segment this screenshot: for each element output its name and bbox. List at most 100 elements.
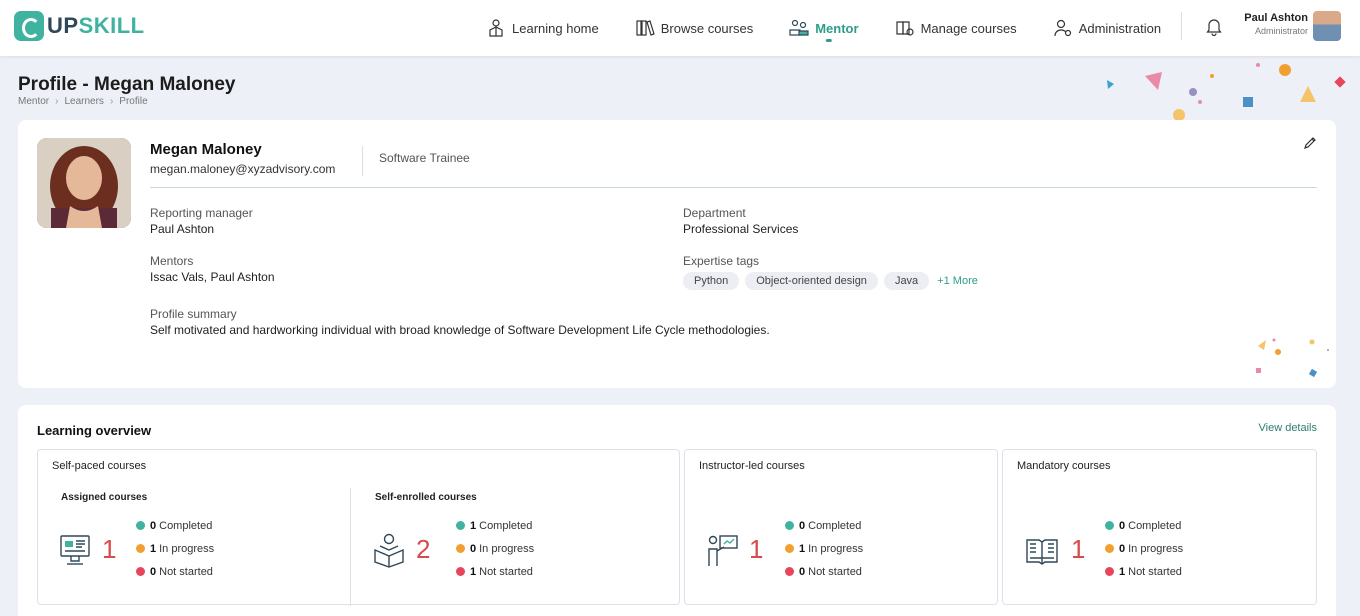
in-progress-dot [136, 544, 145, 553]
profile-email: megan.maloney@xyzadvisory.com [150, 162, 336, 176]
nav-label: Manage courses [920, 20, 1017, 36]
nav-mentor[interactable]: Mentor [789, 0, 859, 56]
page-title: Profile - Megan Maloney [18, 74, 236, 95]
completed-dot [136, 521, 145, 530]
self-enrolled-courses-title: Self-enrolled courses [375, 492, 477, 503]
expertise-tags-label: Expertise tags [683, 254, 760, 268]
status-in-progress: 0 In progress [456, 537, 534, 560]
self-paced-courses-box: Self-paced courses Assigned courses 1 0C… [37, 449, 680, 606]
user-menu[interactable]: Paul Ashton Administrator [1244, 12, 1308, 36]
assigned-courses-title: Assigned courses [61, 492, 148, 503]
tag-oop: Object-oriented design [745, 272, 878, 290]
profile-card: Megan Maloney megan.maloney@xyzadvisory.… [18, 120, 1336, 388]
instructor-led-status-legend: 0 Completed 1 In progress 0 Not started [785, 514, 863, 583]
profile-name: Megan Maloney [150, 141, 262, 158]
profile-summary-value: Self motivated and hardworking individua… [150, 323, 770, 337]
divider [350, 488, 351, 606]
tag-python: Python [683, 272, 740, 290]
mentor-icon [789, 19, 809, 36]
open-book-icon [1026, 539, 1058, 565]
user-avatar[interactable] [1313, 11, 1341, 41]
divider [362, 146, 363, 176]
in-progress-dot [456, 544, 465, 553]
nav-label: Mentor [815, 20, 859, 36]
learning-overview-title: Learning overview [37, 423, 152, 438]
edit-pencil-icon[interactable] [1303, 136, 1317, 150]
reading-learner-icon [374, 533, 404, 568]
assigned-total: 1 [102, 534, 117, 564]
department-value: Professional Services [683, 222, 799, 236]
in-progress-dot [785, 544, 794, 553]
computer-course-icon [60, 535, 90, 565]
header-divider [1181, 12, 1182, 40]
not-started-dot [785, 567, 794, 576]
breadcrumb-mentor[interactable]: Mentor [18, 96, 49, 107]
self-enrolled-total: 2 [416, 534, 431, 564]
mentors-value: Issac Vals, Paul Ashton [150, 270, 275, 284]
profile-job-title: Software Trainee [379, 151, 470, 165]
view-details-link[interactable]: View details [1259, 422, 1318, 434]
mentors-label: Mentors [150, 254, 194, 268]
instructor-led-total: 1 [749, 534, 764, 564]
profile-photo [37, 138, 131, 228]
nav-manage-courses[interactable]: Manage courses [895, 0, 1017, 56]
reporting-manager-label: Reporting manager [150, 206, 253, 220]
status-not-started: 1 Not started [456, 560, 534, 583]
not-started-dot [136, 567, 145, 576]
completed-dot [785, 521, 794, 530]
reporting-manager-value: Paul Ashton [150, 222, 215, 236]
status-not-started: 1 Not started [1105, 560, 1183, 583]
confetti-decoration [1256, 338, 1329, 378]
profile-divider [150, 187, 1317, 188]
learner-icon [489, 19, 503, 37]
status-not-started: 0 Not started [785, 560, 863, 583]
nav-learning-home[interactable]: Learning home [486, 0, 599, 56]
mandatory-courses-box: Mandatory courses 1 0 Completed 0 In progr… [1002, 449, 1317, 605]
status-completed: 0 Completed [785, 514, 863, 537]
department-label: Department [683, 206, 746, 220]
box-title: Self-paced courses [52, 460, 147, 472]
manage-courses-icon [895, 21, 914, 36]
user-name: Paul Ashton [1244, 12, 1308, 24]
mandatory-status-legend: 0 Completed 0 In progress 1 Not started [1105, 514, 1183, 583]
breadcrumb-learners[interactable]: Learners [64, 96, 103, 107]
breadcrumb-profile: Profile [119, 96, 148, 107]
logo-mark-icon [14, 11, 44, 41]
nav-browse-courses[interactable]: Browse courses [635, 0, 753, 56]
self-enrolled-status-legend: 1 Completed 0 In progress 1 Not started [456, 514, 534, 583]
status-completed: 1 Completed [456, 514, 534, 537]
admin-icon [1054, 19, 1071, 37]
nav-label: Learning home [512, 20, 599, 36]
books-icon [636, 20, 655, 36]
learning-overview-card: Learning overview View details Self-pace… [18, 405, 1336, 616]
box-title: Mandatory courses [1017, 460, 1111, 472]
chevron-right-icon: › [109, 96, 114, 107]
status-in-progress: 0 In progress [1105, 537, 1183, 560]
breadcrumb: Mentor › Learners › Profile [18, 96, 154, 107]
not-started-dot [456, 567, 465, 576]
completed-dot [1105, 521, 1114, 530]
profile-summary-label: Profile summary [150, 307, 237, 321]
confetti-decoration [1107, 63, 1346, 121]
nav-label: Browse courses [660, 20, 754, 36]
more-tags-link[interactable]: +1 More [937, 275, 978, 287]
not-started-dot [1105, 567, 1114, 576]
status-completed: 0 Completed [1105, 514, 1183, 537]
tag-java: Java [883, 272, 930, 290]
upskill-logo[interactable]: UPSKILL [14, 11, 145, 41]
nav-administration[interactable]: Administration [1053, 0, 1161, 56]
status-in-progress: 1 In progress [785, 537, 863, 560]
assigned-status-legend: 0 Completed 1 In progress 0 Not started [136, 514, 214, 583]
notification-bell-icon[interactable] [1204, 16, 1224, 36]
main-nav: Learning home Browse courses Mentor Mana… [486, 0, 1197, 56]
status-completed: 0 Completed [136, 514, 214, 537]
status-not-started: 0 Not started [136, 560, 214, 583]
expertise-tags: Python Object-oriented design Java +1 Mo… [683, 272, 978, 290]
top-navigation-bar: UPSKILL Learning home Browse courses Men… [0, 0, 1360, 56]
nav-label: Administration [1078, 20, 1162, 36]
logo-text: UPSKILL [47, 13, 145, 38]
instructor-board-icon [708, 535, 738, 566]
in-progress-dot [1105, 544, 1114, 553]
completed-dot [456, 521, 465, 530]
instructor-led-courses-box: Instructor-led courses 1 0 Completed 1 In … [684, 449, 998, 605]
